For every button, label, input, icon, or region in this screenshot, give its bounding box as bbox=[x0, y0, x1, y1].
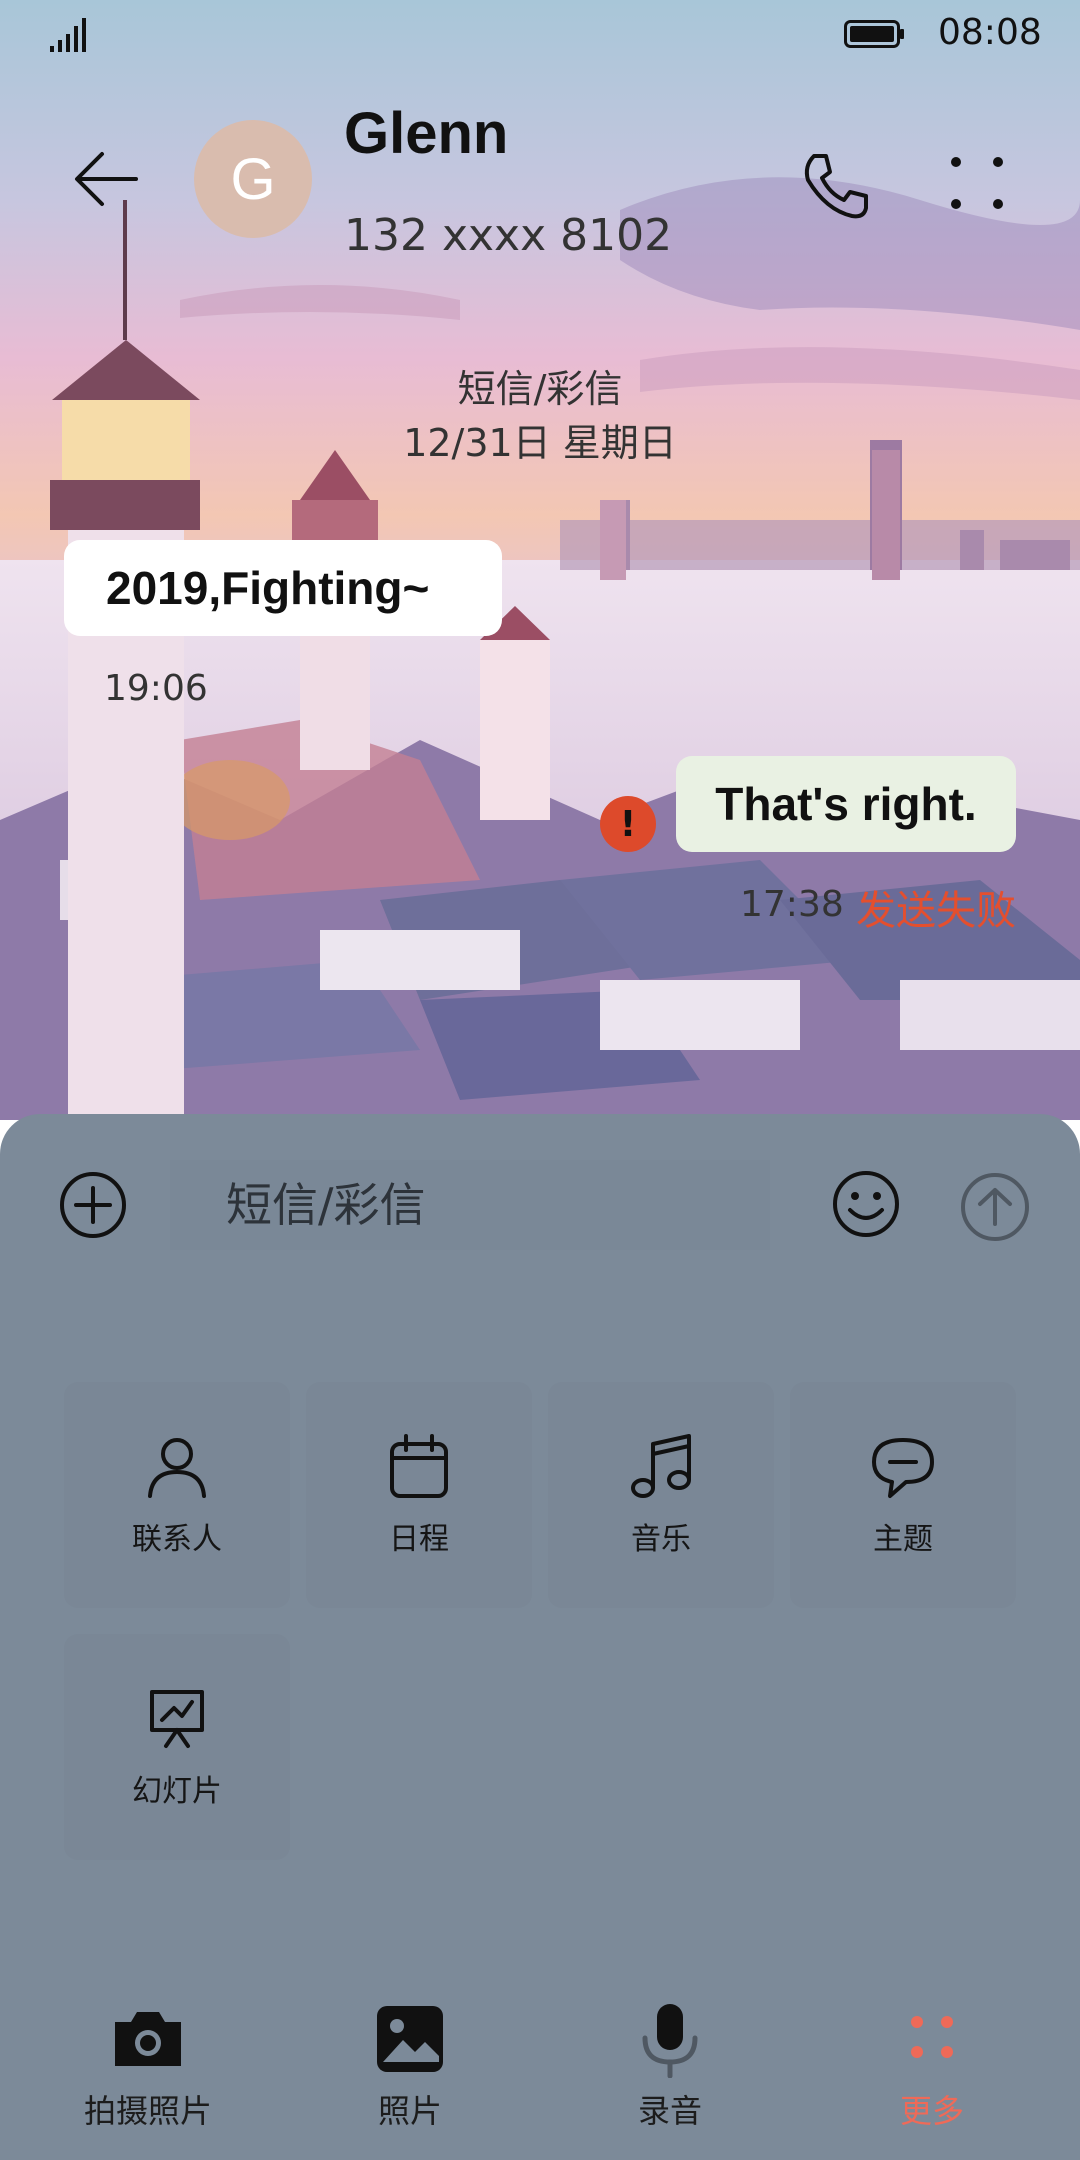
more-icon bbox=[911, 2016, 953, 2058]
message-input[interactable] bbox=[170, 1160, 770, 1250]
outgoing-message-bubble[interactable]: That's right. bbox=[676, 756, 1016, 852]
message-text: 2019,Fighting~ bbox=[106, 562, 430, 614]
message-time: 19:06 bbox=[104, 668, 208, 709]
nav-photo[interactable]: 照片 bbox=[320, 2000, 500, 2140]
photo-icon bbox=[377, 2006, 443, 2072]
nav-label: 录音 bbox=[637, 2092, 702, 2130]
send-icon[interactable] bbox=[958, 1170, 1032, 1244]
tile-label: 幻灯片 bbox=[132, 1774, 222, 1809]
status-time: 08:08 bbox=[938, 12, 1042, 53]
plus-circle-icon[interactable] bbox=[58, 1170, 128, 1240]
message-time: 17:38 bbox=[740, 884, 844, 925]
tile-label: 联系人 bbox=[132, 1522, 222, 1557]
contact-icon bbox=[148, 1438, 206, 1498]
nav-label: 照片 bbox=[377, 2092, 442, 2130]
message-text: That's right. bbox=[715, 778, 977, 830]
back-arrow-icon[interactable] bbox=[72, 146, 138, 212]
tile-label: 日程 bbox=[389, 1522, 449, 1557]
attach-calendar-button[interactable]: 日程 bbox=[306, 1382, 532, 1608]
more-icon[interactable] bbox=[944, 150, 1010, 216]
microphone-icon bbox=[642, 2004, 698, 2078]
phone-icon[interactable] bbox=[800, 150, 872, 222]
nav-label: 拍摄照片 bbox=[83, 2092, 212, 2130]
conversation-type: 短信/彩信 bbox=[457, 367, 623, 411]
nav-camera[interactable]: 拍摄照片 bbox=[58, 2000, 238, 2140]
contact-phone: 132 xxxx 8102 bbox=[344, 210, 673, 261]
incoming-message-bubble[interactable]: 2019,Fighting~ bbox=[64, 540, 502, 636]
tile-label: 主题 bbox=[873, 1522, 933, 1557]
slideshow-icon bbox=[150, 1690, 204, 1748]
theme-icon bbox=[872, 1438, 934, 1498]
camera-icon bbox=[115, 2012, 181, 2066]
attach-contact-button[interactable]: 联系人 bbox=[64, 1382, 290, 1608]
nav-record[interactable]: 录音 bbox=[580, 2000, 760, 2140]
send-failed-status: 发送失败 bbox=[856, 888, 1016, 934]
status-bar: 08:08 bbox=[0, 0, 1080, 70]
attach-slideshow-button[interactable]: 幻灯片 bbox=[64, 1634, 290, 1860]
attach-theme-button[interactable]: 主题 bbox=[790, 1382, 1016, 1608]
nav-label: 更多 bbox=[899, 2092, 964, 2130]
error-mark: ! bbox=[619, 803, 637, 845]
signal-icon bbox=[50, 18, 86, 52]
avatar[interactable]: G bbox=[194, 120, 312, 238]
attach-music-button[interactable]: 音乐 bbox=[548, 1382, 774, 1608]
music-icon bbox=[631, 1434, 691, 1498]
tile-label: 音乐 bbox=[631, 1522, 691, 1557]
contact-name: Glenn bbox=[344, 101, 509, 166]
avatar-letter: G bbox=[230, 146, 276, 212]
calendar-icon bbox=[390, 1434, 448, 1498]
nav-more[interactable]: 更多 bbox=[842, 2000, 1022, 2140]
battery-icon bbox=[844, 20, 904, 48]
conversation-date: 12/31日 星期日 bbox=[403, 421, 677, 465]
emoji-icon[interactable] bbox=[830, 1168, 902, 1240]
send-failed-icon[interactable]: ! bbox=[600, 796, 656, 852]
